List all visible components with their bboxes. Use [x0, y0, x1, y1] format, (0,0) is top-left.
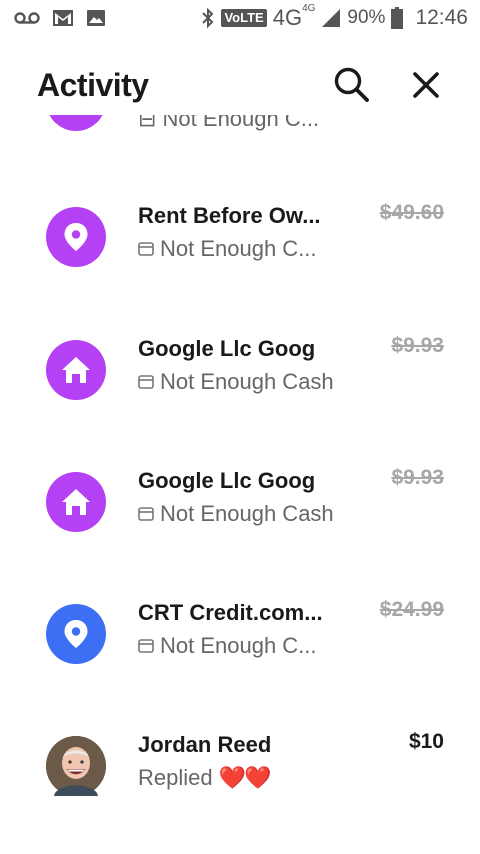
status-line: Not Enough C...: [138, 633, 317, 659]
gmail-icon: [52, 9, 74, 27]
list-item[interactable]: Google Llc Goog Not Enough Cash $9.93: [0, 466, 480, 582]
volte-badge: VoLTE: [221, 9, 267, 27]
voicemail-icon: [14, 11, 40, 25]
activity-header: Activity: [0, 55, 480, 115]
activity-list: ⊟ Not Enough C... Rent Before Ow... Not …: [0, 115, 480, 854]
card-icon: [138, 639, 154, 653]
house-icon: [62, 357, 90, 383]
list-item[interactable]: Google Llc Goog Not Enough Cash $9.93: [0, 334, 480, 450]
amount: $10: [408, 730, 444, 753]
merchant-name: CRT Credit.com...: [138, 600, 323, 625]
merchant-avatar: [46, 604, 106, 664]
card-icon: [138, 242, 154, 256]
battery-icon: [391, 7, 404, 29]
merchant-name: Rent Before Ow...: [138, 203, 321, 228]
battery-percent: 90%: [347, 7, 386, 28]
list-item-partial[interactable]: ⊟ Not Enough C...: [0, 115, 480, 145]
house-icon: [62, 489, 90, 515]
close-icon: [413, 72, 439, 98]
merchant-avatar: [46, 340, 106, 400]
amount: $9.93: [391, 334, 444, 357]
amount: $9.93: [391, 466, 444, 489]
hearts-emoji: ❤️❤️: [218, 765, 272, 790]
amount: $49.60: [379, 201, 444, 224]
status-line: Replied ❤️❤️: [138, 765, 272, 790]
signal-icon: [321, 8, 341, 28]
status-line: Not Enough Cash: [138, 501, 334, 527]
list-item[interactable]: Rent Before Ow... Not Enough C... $49.60: [0, 201, 480, 317]
network-type: 4G4G: [272, 2, 316, 30]
status-line: Not Enough Cash: [138, 369, 334, 395]
page-title: Activity: [37, 67, 149, 103]
location-pin-icon: [64, 620, 88, 648]
list-item[interactable]: Jordan Reed Replied ❤️❤️ $10: [0, 730, 480, 846]
card-icon: [138, 507, 154, 521]
search-button[interactable]: [330, 63, 374, 107]
merchant-avatar: [46, 207, 106, 267]
person-photo-icon: [46, 736, 106, 796]
close-button[interactable]: [404, 63, 448, 107]
merchant-name: Google Llc Goog: [138, 336, 316, 361]
amount: $24.99: [379, 598, 444, 621]
avatar: [46, 736, 106, 796]
merchant-name: Google Llc Goog: [138, 468, 316, 493]
merchant-avatar: [46, 472, 106, 532]
status-bar: VoLTE 4G4G 90% 12:46: [0, 0, 480, 36]
image-icon: [86, 9, 106, 27]
status-text: ⊟ Not Enough C...: [138, 115, 320, 131]
card-icon: [138, 375, 154, 389]
location-pin-icon: [64, 223, 88, 251]
merchant-avatar: [46, 115, 106, 131]
list-item[interactable]: CRT Credit.com... Not Enough C... $24.99: [0, 598, 480, 714]
clock: 12:46: [415, 6, 468, 29]
search-icon: [334, 67, 369, 102]
contact-name: Jordan Reed: [138, 732, 272, 757]
bluetooth-icon: [201, 7, 215, 29]
status-line: Not Enough C...: [138, 236, 317, 262]
